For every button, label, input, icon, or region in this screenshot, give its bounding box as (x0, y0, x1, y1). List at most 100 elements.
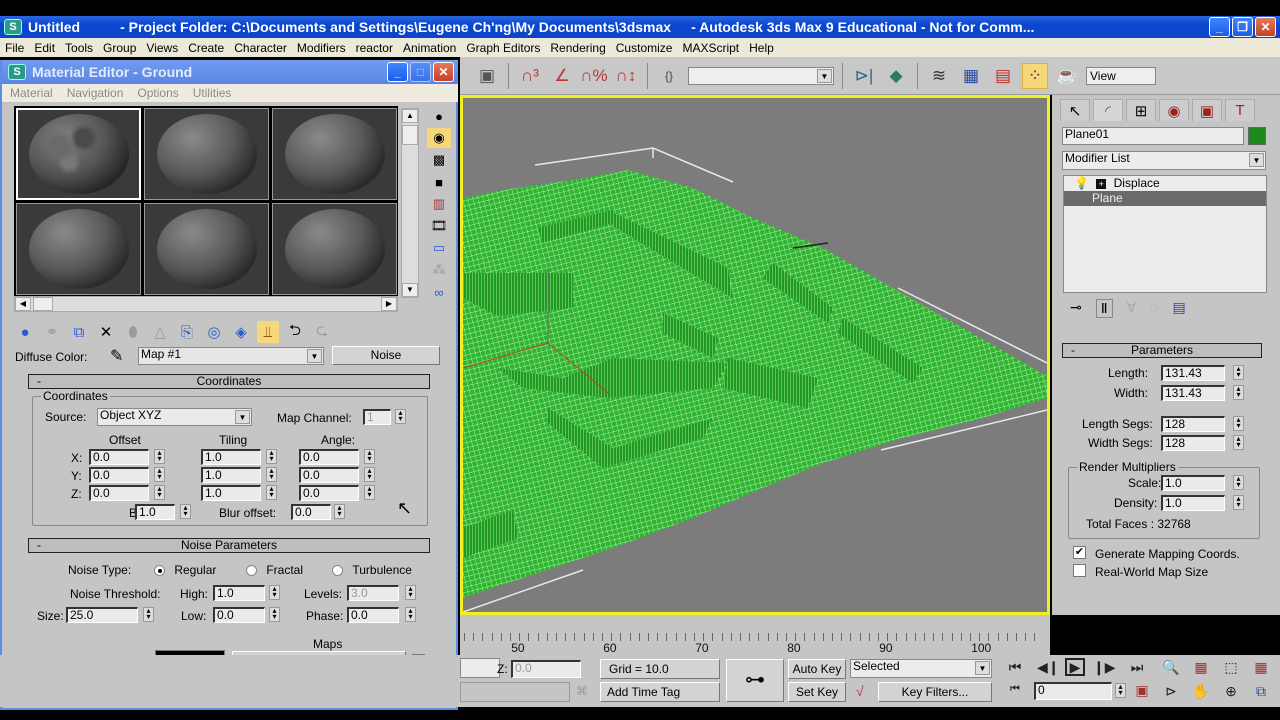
zoom-all-icon[interactable]: ▦ (1190, 659, 1212, 676)
minimize-button[interactable]: _ (387, 62, 408, 82)
add-time-tag-button[interactable]: Add Time Tag (600, 682, 720, 702)
pin-stack-icon[interactable]: ⊸ (1070, 299, 1082, 318)
set-key-button[interactable]: Set Key (788, 682, 846, 702)
chevron-down-icon[interactable]: ▼ (1249, 153, 1264, 167)
select-by-material-icon[interactable]: ⁂ (427, 260, 451, 280)
play-icon[interactable]: ▶ (1065, 658, 1085, 676)
scrollbar-thumb[interactable] (33, 297, 53, 311)
size-field[interactable]: 25.0 (66, 607, 138, 623)
map-channel-spinner[interactable]: ▴ ▾ (395, 409, 406, 424)
blur-offset-spinner[interactable]: ▴ ▾ (334, 504, 345, 519)
close-button[interactable]: ✕ (433, 62, 454, 82)
create-tab[interactable]: ↖ (1060, 99, 1090, 121)
make-unique-icon[interactable]: ∀ (1127, 299, 1137, 318)
go-to-parent-icon[interactable]: ⮌ (284, 321, 306, 343)
menu-maxscript[interactable]: MAXScript (677, 41, 744, 55)
perspective-viewport[interactable] (460, 95, 1050, 615)
menu-rendering[interactable]: Rendering (545, 41, 610, 55)
levels-spinner[interactable]: ▴ ▾ (405, 585, 416, 600)
phase-field[interactable]: 0.0 (347, 607, 399, 623)
assign-material-icon[interactable]: ⧉ (68, 321, 90, 343)
material-sample-slot[interactable] (272, 203, 397, 295)
z-coordinate-field[interactable]: 0.0 (511, 660, 581, 678)
material-sample-slot[interactable] (144, 108, 269, 200)
material-map-navigator-icon[interactable]: ∞ (427, 282, 451, 302)
menu-reactor[interactable]: reactor (351, 41, 398, 55)
noise-type-fractal-radio[interactable]: Fractal (246, 563, 303, 577)
menu-modifiers[interactable]: Modifiers (292, 41, 351, 55)
menu-create[interactable]: Create (183, 41, 229, 55)
length-spinner[interactable]: ▴ ▾ (1233, 365, 1244, 380)
menu-options[interactable]: Options (129, 86, 184, 100)
modify-tab[interactable]: ◜ (1093, 99, 1123, 121)
render-viewport-dropdown[interactable]: View (1086, 66, 1156, 85)
default-tangents-icon[interactable]: √ (856, 683, 864, 699)
offset-spinner[interactable]: ▴ ▾ (154, 449, 165, 464)
noise-type-regular-radio[interactable]: Regular (154, 563, 216, 577)
put-to-library-icon[interactable]: ⎘ (176, 321, 198, 343)
tiling-spinner[interactable]: ▴ ▾ (266, 449, 277, 464)
length-segs-spinner[interactable]: ▴ ▾ (1233, 416, 1244, 431)
arc-rotate-icon[interactable]: ⊕ (1220, 683, 1242, 700)
sample-slots-horizontal-scrollbar[interactable]: ◀ ▶ (14, 296, 398, 312)
scale-spinner[interactable]: ▴ ▾ (1233, 475, 1244, 490)
map-channel-field[interactable]: 1 (363, 409, 391, 425)
show-map-in-viewport-icon[interactable]: ◈ (230, 321, 252, 343)
backlight-icon[interactable]: ◉ (427, 128, 451, 148)
lightbulb-icon[interactable]: 💡 (1074, 176, 1089, 190)
named-selection-dropdown[interactable]: ▼ (688, 66, 834, 85)
stack-item-displace[interactable]: 💡 + Displace (1064, 176, 1266, 191)
menu-animation[interactable]: Animation (398, 41, 461, 55)
mirror-icon[interactable]: ⊳| (851, 63, 877, 89)
length-segs-field[interactable]: 128 (1161, 416, 1225, 432)
display-tab[interactable]: ▣ (1192, 99, 1222, 121)
width-segs-field[interactable]: 128 (1161, 435, 1225, 451)
menu-material[interactable]: Material (2, 86, 59, 100)
object-name-field[interactable]: Plane01 (1062, 127, 1244, 145)
3dsmax-app-icon[interactable]: S (4, 19, 22, 35)
offset-field[interactable]: 0.0 (89, 467, 149, 483)
zoom-extents-icon[interactable]: ⬚ (1220, 659, 1242, 676)
material-editor-icon[interactable]: ⁘ (1022, 62, 1048, 89)
source-dropdown[interactable]: Object XYZ ▼ (97, 408, 252, 426)
blur-offset-field[interactable]: 0.0 (291, 504, 331, 520)
y-coordinate-field[interactable] (460, 658, 500, 678)
close-button[interactable]: ✕ (1255, 17, 1276, 37)
time-configuration-icon[interactable]: ▣ (1131, 682, 1153, 699)
menu-group[interactable]: Group (98, 41, 141, 55)
layer-manager-icon[interactable]: ≋ (926, 63, 952, 89)
noise-parameters-rollout-header[interactable]: - Noise Parameters (28, 538, 430, 553)
maximize-viewport-toggle-icon[interactable]: ⧉ (1250, 683, 1272, 700)
remove-modifier-icon[interactable]: ◌ (1150, 299, 1158, 318)
spinner-snap-icon[interactable]: ∩↕ (613, 63, 639, 89)
offset-spinner[interactable]: ▴ ▾ (154, 467, 165, 482)
coordinates-rollout-header[interactable]: - Coordinates (28, 374, 430, 389)
angle-field[interactable]: 0.0 (299, 449, 359, 465)
reset-map-icon[interactable]: ✕ (95, 321, 117, 343)
zoom-extents-all-icon[interactable]: ▦ (1250, 659, 1272, 676)
hierarchy-tab[interactable]: ⊞ (1126, 99, 1156, 121)
angle-spinner[interactable]: ▴ ▾ (364, 485, 375, 500)
menu-tools[interactable]: Tools (60, 41, 98, 55)
current-frame-spinner[interactable]: ▴ ▾ (1115, 683, 1126, 698)
width-spinner[interactable]: ▴ ▾ (1233, 385, 1244, 400)
auto-key-button[interactable]: Auto Key (788, 659, 846, 679)
motion-tab[interactable]: ◉ (1159, 99, 1189, 121)
next-frame-icon[interactable]: ❙▶ (1093, 659, 1116, 676)
material-sample-slot[interactable] (16, 203, 141, 295)
current-frame-field[interactable]: 0 (1034, 682, 1112, 700)
go-to-end-icon[interactable]: ⏭ (1126, 659, 1148, 676)
key-filters-button[interactable]: Key Filters... (878, 682, 992, 702)
chevron-down-icon[interactable]: ▼ (307, 349, 322, 363)
curve-editor-icon[interactable]: ▦ (958, 63, 984, 89)
go-to-start-icon[interactable]: ⏮ (1004, 659, 1026, 676)
menu-character[interactable]: Character (229, 41, 292, 55)
tiling-field[interactable]: 1.0 (201, 467, 261, 483)
angle-spinner[interactable]: ▴ ▾ (364, 449, 375, 464)
show-end-result-icon[interactable]: Ⅱ (1095, 299, 1113, 318)
pan-view-icon[interactable]: ✋ (1190, 683, 1212, 700)
put-to-scene-icon[interactable]: ⚭ (41, 321, 63, 343)
scroll-up-icon[interactable]: ▲ (402, 109, 418, 123)
menu-graph-editors[interactable]: Graph Editors (461, 41, 545, 55)
align-icon[interactable]: ◆ (883, 63, 909, 89)
